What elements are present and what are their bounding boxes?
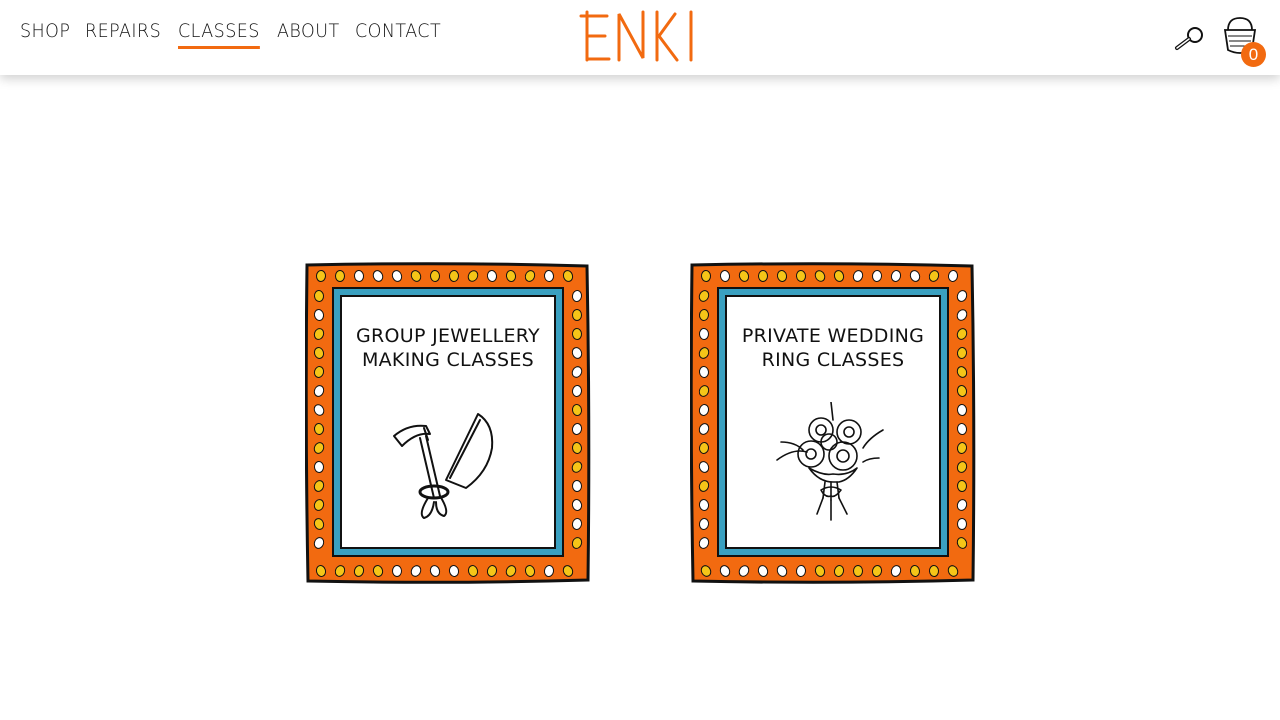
nav-contact[interactable]: CONTACT <box>355 20 441 49</box>
hammer-and-saw-icon <box>393 413 494 519</box>
nav-classes[interactable]: CLASSES <box>177 20 260 49</box>
cart-button[interactable]: 0 <box>1222 16 1266 68</box>
cart-count-badge: 0 <box>1241 42 1266 67</box>
nav-shop[interactable]: SHOP <box>20 20 70 49</box>
magnifier-icon <box>1175 27 1203 50</box>
card-title: GROUP JEWELLERY MAKING CLASSES <box>356 325 540 371</box>
card-private-wedding-ring-classes[interactable]: PRIVATE WEDDING RING CLASSES <box>690 262 976 584</box>
flower-bouquet-icon <box>776 402 884 521</box>
nav-repairs[interactable]: REPAIRS <box>85 20 161 49</box>
main-nav: SHOP REPAIRS CLASSES ABOUT CONTACT <box>20 20 448 49</box>
enki-logo[interactable] <box>579 10 701 62</box>
site-header: SHOP REPAIRS CLASSES ABOUT CONTACT 0 <box>0 0 1280 75</box>
search-button[interactable] <box>1173 24 1207 52</box>
nav-about[interactable]: ABOUT <box>277 20 340 49</box>
logo-wordmark <box>579 10 693 62</box>
card-group-jewellery-classes[interactable]: GROUP JEWELLERY MAKING CLASSES <box>305 262 591 584</box>
card-title: PRIVATE WEDDING RING CLASSES <box>741 325 925 371</box>
